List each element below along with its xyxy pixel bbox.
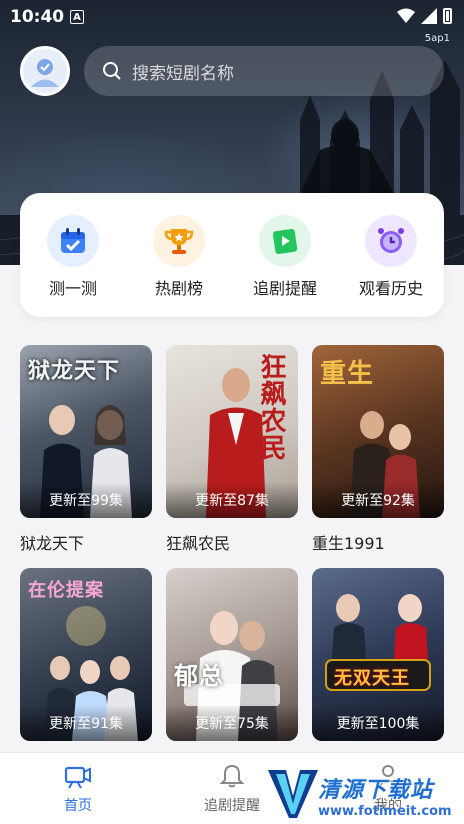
drama-poster: 无双天王 更新至100集 [312, 568, 444, 741]
carrier-label: 5ap1 [424, 33, 450, 44]
search-bar[interactable]: 搜索短剧名称 [84, 46, 444, 96]
drama-poster: 狱龙天下 更新至99集 [20, 345, 152, 518]
user-icon [31, 59, 59, 87]
drama-card[interactable]: 狱龙天下 更新至99集 狱龙天下 [20, 345, 152, 568]
episode-badge: 更新至99集 [20, 482, 152, 518]
video-camera-icon [64, 766, 91, 789]
quick-item-label: 追剧提醒 [252, 279, 317, 298]
nav-home[interactable]: 首页 [18, 763, 138, 815]
episode-badge: 更新至91集 [20, 705, 152, 741]
battery-icon [443, 8, 452, 24]
status-time: 10:40 [10, 7, 65, 27]
drama-title: 重生1991 [312, 534, 385, 553]
trophy-icon [153, 215, 205, 267]
drama-card[interactable]: 在伦提案 更新至91集 [20, 568, 152, 741]
watermark-name: 清源下载站 [318, 778, 434, 803]
watermark-logo-icon [268, 770, 318, 818]
drama-title: 狂飙农民 [166, 534, 231, 553]
nav-home-label: 首页 [64, 798, 92, 814]
episode-badge: 更新至75集 [166, 705, 298, 741]
drama-poster: 狂飙农民 更新至87集 [166, 345, 298, 518]
drama-card[interactable]: 郁总 更新至75集 [166, 568, 298, 741]
alarm-clock-icon [365, 215, 417, 267]
calendar-check-icon [47, 215, 99, 267]
bookmark-play-icon [259, 215, 311, 267]
quick-item-follow[interactable]: 追剧提醒 [237, 215, 333, 299]
drama-grid: 狱龙天下 更新至99集 狱龙天下 狂飙农民 更新至87集 狂飙农民 重生 更新至… [20, 345, 444, 741]
poster-title: 郁总 [174, 661, 224, 690]
quick-item-label: 观看历史 [358, 279, 423, 298]
search-placeholder: 搜索短剧名称 [132, 63, 234, 84]
avatar[interactable] [20, 46, 70, 96]
wifi-icon [397, 8, 415, 23]
watermark-url: www.fotimeit.com [318, 804, 452, 819]
status-bar: 10:40 A [0, 0, 464, 34]
quick-item-label: 测一测 [48, 279, 97, 298]
quick-item-history[interactable]: 观看历史 [343, 215, 439, 299]
watermark: 清源下载站 www.fotimeit.com [266, 766, 464, 824]
search-icon [103, 62, 121, 80]
drama-card[interactable]: 狂飙农民 更新至87集 狂飙农民 [166, 345, 298, 568]
bell-icon [219, 764, 245, 788]
drama-card[interactable]: 重生 更新至92集 重生1991 [312, 345, 444, 568]
episode-badge: 更新至100集 [312, 705, 444, 741]
quick-item-hot[interactable]: 热剧榜 [131, 215, 227, 299]
drama-poster: 重生 更新至92集 [312, 345, 444, 518]
episode-badge: 更新至92集 [312, 482, 444, 518]
system-icons [397, 8, 452, 24]
drama-title: 狱龙天下 [20, 534, 85, 553]
notification-badge: A [70, 10, 84, 24]
quick-item-label: 热剧榜 [154, 279, 203, 298]
signal-icon [421, 8, 437, 24]
quick-menu: 测一测 热剧榜 追剧提醒 观看历史 [20, 193, 444, 317]
episode-badge: 更新至87集 [166, 482, 298, 518]
poster-title: 无双天王 [334, 668, 410, 689]
quick-item-test[interactable]: 测一测 [25, 215, 121, 299]
drama-poster: 在伦提案 更新至91集 [20, 568, 152, 741]
drama-poster: 郁总 更新至75集 [166, 568, 298, 741]
nav-follow-label: 追剧提醒 [204, 798, 260, 814]
drama-card[interactable]: 无双天王 更新至100集 [312, 568, 444, 741]
